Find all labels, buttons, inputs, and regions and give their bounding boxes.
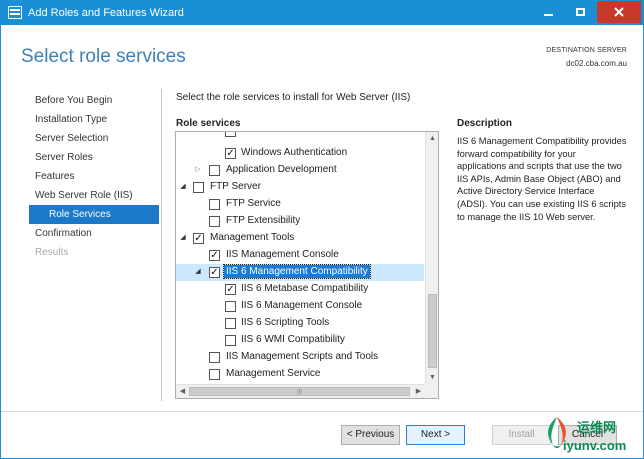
tree-row-management-tools[interactable]: ◢ ✓ Management Tools — [176, 230, 424, 247]
tree-row-application-development[interactable]: ▷ Application Development — [176, 162, 424, 179]
checkbox-application-development[interactable] — [209, 165, 220, 176]
checkbox-windows-authentication[interactable]: ✓ — [225, 148, 236, 159]
wizard-window: Add Roles and Features Wizard Select rol… — [0, 0, 644, 459]
wizard-nav: Before You Begin Installation Type Serve… — [29, 91, 159, 262]
vertical-scroll-thumb[interactable] — [428, 294, 437, 368]
window-title: Add Roles and Features Wizard — [28, 7, 184, 19]
tree-row-iis-management-console[interactable]: ✓ IIS Management Console — [176, 247, 424, 264]
close-button[interactable] — [597, 1, 641, 23]
tree-label: FTP Extensibility — [226, 215, 301, 226]
vertical-scrollbar[interactable]: ▲ ▼ — [425, 132, 438, 384]
expand-arrow-icon[interactable]: ▷ — [194, 166, 202, 174]
tree-label: IIS 6 WMI Compatibility — [241, 334, 345, 345]
tree-row-ftp-service[interactable]: FTP Service — [176, 196, 424, 213]
collapse-arrow-icon[interactable]: ◢ — [179, 183, 187, 191]
tree-label: IIS Management Console — [226, 249, 339, 260]
horizontal-scroll-thumb[interactable]: ||| — [189, 387, 410, 396]
nav-item-before-you-begin[interactable]: Before You Begin — [29, 91, 159, 110]
checkbox-iis6-management-compatibility[interactable]: ✓ — [209, 267, 220, 278]
tree-label: IIS 6 Management Console — [241, 300, 363, 311]
watermark-cn-text: 运维网 — [577, 420, 617, 435]
destination-server-label: DESTINATION SERVER — [546, 47, 627, 54]
tree-label: IIS Management Scripts and Tools — [226, 351, 379, 362]
tree-label: IIS 6 Management Compatibility — [223, 264, 371, 279]
tree-row-ftp-extensibility[interactable]: FTP Extensibility — [176, 213, 424, 230]
tree-label: IIS 6 Metabase Compatibility — [241, 283, 369, 294]
checkbox-management-tools[interactable]: ✓ — [193, 233, 204, 244]
tree-row-iis6-scripting-tools[interactable]: IIS 6 Scripting Tools — [176, 315, 424, 332]
title-bar[interactable]: Add Roles and Features Wizard — [1, 1, 643, 25]
next-button[interactable]: Next > — [406, 425, 465, 445]
checkbox-iis6-scripting-tools[interactable] — [225, 318, 236, 329]
scroll-up-icon[interactable]: ▲ — [426, 132, 439, 145]
tree-row-iis6-metabase-compatibility[interactable]: ✓ IIS 6 Metabase Compatibility — [176, 281, 424, 298]
collapse-arrow-icon[interactable]: ◢ — [179, 234, 187, 242]
tree-row-management-service[interactable]: Management Service — [176, 366, 424, 383]
role-services-heading: Role services — [176, 118, 241, 129]
minimize-button[interactable] — [533, 1, 563, 23]
tree-row-iis6-wmi-compatibility[interactable]: IIS 6 WMI Compatibility — [176, 332, 424, 349]
tree-label: FTP Service — [226, 198, 281, 209]
description-text: IIS 6 Management Compatibility provides … — [457, 136, 627, 222]
site-watermark: 运维网 iyunv.com — [541, 411, 641, 457]
nav-item-web-server-role[interactable]: Web Server Role (IIS) — [29, 186, 159, 205]
minimize-icon — [543, 14, 553, 16]
close-icon — [614, 7, 624, 17]
nav-item-features[interactable]: Features — [29, 167, 159, 186]
tree-label: FTP Server — [210, 181, 261, 192]
nav-item-installation-type[interactable]: Installation Type — [29, 110, 159, 129]
nav-item-server-roles[interactable]: Server Roles — [29, 148, 159, 167]
maximize-icon — [575, 8, 585, 16]
tree-row-iis6-management-console[interactable]: IIS 6 Management Console — [176, 298, 424, 315]
page-title: Select role services — [21, 46, 186, 67]
tree-row-iis6-management-compatibility[interactable]: ◢ ✓ IIS 6 Management Compatibility — [176, 264, 424, 281]
scroll-right-icon[interactable]: ▶ — [412, 385, 425, 399]
role-services-tree[interactable]: ✓ Windows Authentication ▷ Application D… — [175, 131, 439, 399]
tree-row-ftp-server[interactable]: ◢ FTP Server — [176, 179, 424, 196]
scroll-down-icon[interactable]: ▼ — [426, 371, 439, 384]
previous-button[interactable]: < Previous — [341, 425, 400, 445]
instruction-text: Select the role services to install for … — [176, 92, 411, 103]
tree-label: Application Development — [226, 164, 337, 175]
description-heading: Description — [457, 118, 513, 129]
collapse-arrow-icon[interactable]: ◢ — [194, 268, 202, 276]
tree-row-cut — [176, 132, 424, 140]
tree-label: Management Tools — [210, 232, 295, 243]
nav-item-role-services[interactable]: Role Services — [29, 205, 159, 224]
checkbox-ftp-server[interactable] — [193, 182, 204, 193]
checkbox-iis6-management-console[interactable] — [225, 301, 236, 312]
horizontal-scrollbar[interactable]: ◀ ||| ▶ — [176, 384, 425, 398]
server-manager-icon — [8, 6, 22, 19]
maximize-button[interactable] — [565, 1, 595, 23]
checkbox-iis-management-console[interactable]: ✓ — [209, 250, 220, 261]
nav-item-server-selection[interactable]: Server Selection — [29, 129, 159, 148]
nav-item-results: Results — [35, 247, 69, 258]
checkbox-iis6-metabase-compatibility[interactable]: ✓ — [225, 284, 236, 295]
tree-label: Windows Authentication — [241, 147, 348, 158]
watermark-en-text: iyunv.com — [563, 438, 627, 453]
tree-label: Management Service — [226, 368, 321, 379]
tree-checkbox — [225, 132, 236, 137]
scroll-left-icon[interactable]: ◀ — [176, 385, 189, 399]
nav-item-confirmation[interactable]: Confirmation — [29, 224, 159, 243]
checkbox-management-service[interactable] — [209, 369, 220, 380]
tree-row-windows-authentication[interactable]: ✓ Windows Authentication — [176, 145, 424, 162]
scroll-corner — [425, 384, 438, 398]
checkbox-iis6-wmi-compatibility[interactable] — [225, 335, 236, 346]
checkbox-iis-management-scripts[interactable] — [209, 352, 220, 363]
nav-divider — [161, 89, 162, 401]
checkbox-ftp-service[interactable] — [209, 199, 220, 210]
tree-row-iis-management-scripts[interactable]: IIS Management Scripts and Tools — [176, 349, 424, 366]
checkbox-ftp-extensibility[interactable] — [209, 216, 220, 227]
destination-server-name: dc02.cba.com.au — [566, 59, 627, 68]
tree-label: IIS 6 Scripting Tools — [241, 317, 330, 328]
